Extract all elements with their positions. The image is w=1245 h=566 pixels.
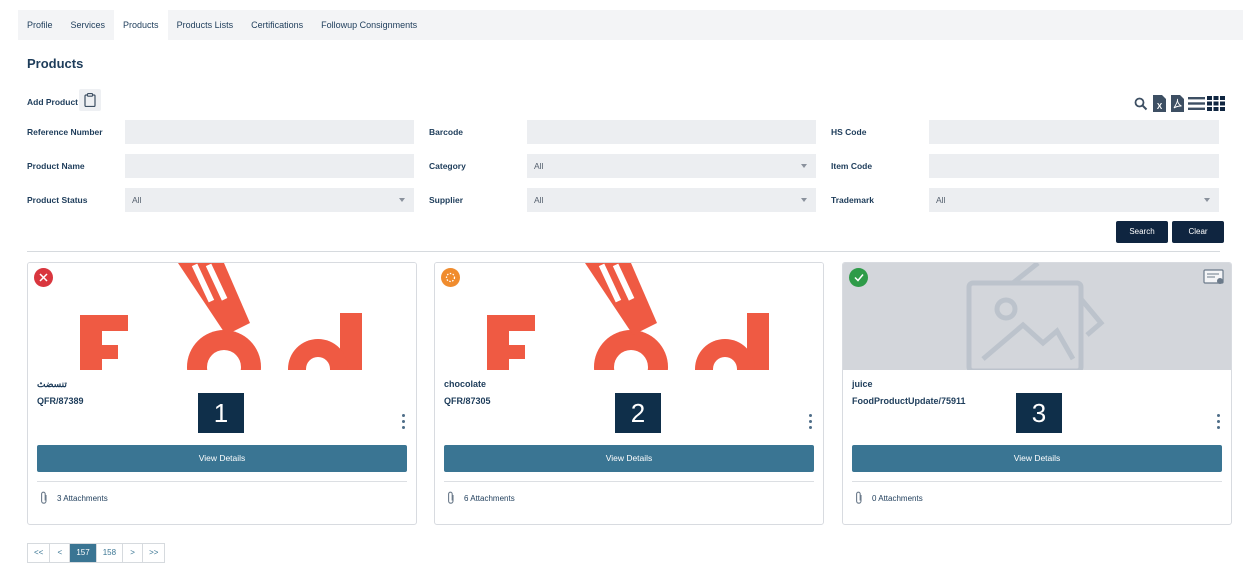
search-button[interactable]: Search — [1116, 221, 1168, 243]
trademark-select[interactable]: All — [929, 188, 1219, 212]
tab-followup-consignments[interactable]: Followup Consignments — [312, 10, 426, 40]
product-image — [843, 263, 1231, 370]
product-name: تنسضث — [37, 379, 67, 389]
page-title: Products — [27, 56, 84, 71]
view-details-button[interactable]: View Details — [852, 445, 1222, 472]
clear-button[interactable]: Clear — [1172, 221, 1224, 243]
attachments-link[interactable]: 0 Attachments — [855, 491, 923, 505]
more-options-icon[interactable] — [1217, 414, 1221, 430]
page-158-button[interactable]: 158 — [96, 544, 124, 562]
product-status-select[interactable]: All — [125, 188, 414, 212]
product-name: chocolate — [444, 379, 487, 389]
previous-page-button[interactable]: < — [50, 544, 71, 562]
svg-text:X: X — [1157, 102, 1163, 111]
food-logo-image — [487, 263, 769, 370]
category-value: All — [534, 161, 544, 171]
product-status-value: All — [132, 195, 142, 205]
pending-status-icon — [441, 268, 460, 287]
barcode-input[interactable] — [527, 120, 816, 144]
add-product-label: Add Product — [27, 97, 78, 107]
tab-services[interactable]: Services — [62, 10, 115, 40]
search-icon[interactable] — [1134, 97, 1148, 111]
supplier-select[interactable]: All — [527, 188, 816, 212]
item-code-input[interactable] — [929, 154, 1219, 178]
attachments-count: 3 Attachments — [57, 493, 108, 503]
trademark-label: Trademark — [831, 195, 874, 205]
attachments-count: 0 Attachments — [872, 493, 923, 503]
card-divider — [852, 481, 1222, 482]
hs-code-input[interactable] — [929, 120, 1219, 144]
annotation-number: 3 — [1016, 393, 1062, 433]
category-select[interactable]: All — [527, 154, 816, 178]
product-name-label: Product Name — [27, 161, 85, 171]
product-code: FoodProductUpdate/75911 — [852, 396, 966, 406]
paperclip-icon — [856, 491, 862, 504]
tab-bar: Profile Services Products Products Lists… — [18, 10, 1243, 40]
product-name: juice — [852, 379, 873, 389]
tab-products[interactable]: Products — [114, 10, 168, 40]
last-page-button[interactable]: >> — [143, 544, 165, 562]
certificate-icon — [1203, 269, 1224, 284]
pagination: << < 157 158 > >> — [27, 543, 166, 563]
more-options-icon[interactable] — [809, 414, 813, 430]
page-157-button[interactable]: 157 — [70, 544, 97, 562]
pdf-export-icon[interactable] — [1170, 94, 1185, 113]
food-logo-image — [80, 263, 362, 370]
tab-products-lists[interactable]: Products Lists — [168, 10, 243, 40]
attachments-link[interactable]: 6 Attachments — [447, 491, 515, 505]
barcode-label: Barcode — [429, 127, 464, 137]
product-name-input[interactable] — [125, 154, 414, 178]
divider — [27, 251, 1220, 252]
paperclip-icon — [41, 491, 47, 504]
excel-export-icon[interactable]: X — [1152, 94, 1167, 113]
hs-code-label: HS Code — [831, 127, 867, 137]
reference-number-label: Reference Number — [27, 127, 103, 137]
reference-number-input[interactable] — [125, 120, 414, 144]
rejected-status-icon — [34, 268, 53, 287]
add-product-button[interactable] — [79, 89, 101, 111]
attachments-link[interactable]: 3 Attachments — [40, 491, 108, 505]
view-details-button[interactable]: View Details — [37, 445, 407, 472]
list-view-icon[interactable] — [1188, 97, 1205, 110]
product-code: QFR/87305 — [444, 396, 491, 406]
supplier-value: All — [534, 195, 544, 205]
card-divider — [37, 481, 407, 482]
first-page-button[interactable]: << — [28, 544, 51, 562]
category-label: Category — [429, 161, 466, 171]
more-options-icon[interactable] — [402, 414, 406, 430]
trademark-value: All — [936, 195, 946, 205]
product-code: QFR/87389 — [37, 396, 84, 406]
grid-view-icon[interactable] — [1207, 96, 1225, 111]
annotation-number: 1 — [198, 393, 244, 433]
next-page-button[interactable]: > — [123, 544, 144, 562]
approved-status-icon — [849, 268, 868, 287]
supplier-label: Supplier — [429, 195, 464, 205]
paperclip-icon — [448, 491, 454, 504]
card-divider — [444, 481, 814, 482]
product-status-label: Product Status — [27, 195, 88, 205]
clipboard-icon — [84, 93, 96, 107]
tab-certifications[interactable]: Certifications — [242, 10, 312, 40]
image-placeholder-icon — [966, 263, 1105, 370]
tab-profile[interactable]: Profile — [18, 10, 62, 40]
attachments-count: 6 Attachments — [464, 493, 515, 503]
item-code-label: Item Code — [831, 161, 873, 171]
annotation-number: 2 — [615, 393, 661, 433]
product-image — [435, 263, 823, 370]
product-image — [28, 263, 416, 370]
view-details-button[interactable]: View Details — [444, 445, 814, 472]
